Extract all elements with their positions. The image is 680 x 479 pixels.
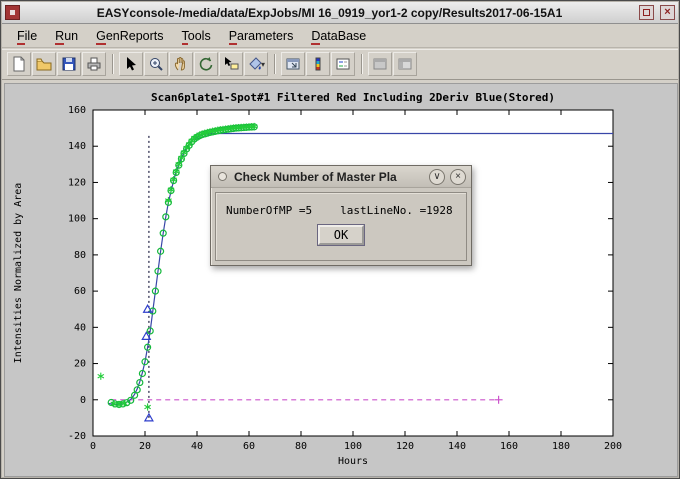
menu-file[interactable]: File (8, 26, 46, 45)
svg-text:Intensities Normalized by Area: Intensities Normalized by Area (13, 183, 24, 364)
toolbar-separator (112, 54, 114, 74)
window-titlebar[interactable]: EASYconsole-/media/data/ExpJobs/MI 16_09… (2, 2, 678, 24)
new-figure-button[interactable] (7, 52, 31, 76)
hand-icon (172, 55, 190, 73)
svg-text:60: 60 (74, 286, 86, 297)
colorbar-icon (309, 55, 327, 73)
svg-text:Hours: Hours (338, 456, 368, 467)
figure-toolbar: ▾ (2, 49, 678, 80)
dialog-title: Check Number of Master Pla (234, 170, 424, 184)
close-button[interactable]: × (660, 5, 675, 20)
svg-text:140: 140 (68, 141, 86, 152)
svg-text:Scan6plate1-Spot#1 Filtered Re: Scan6plate1-Spot#1 Filtered Red Includin… (151, 91, 555, 104)
save-figure-button[interactable] (57, 52, 81, 76)
menu-run[interactable]: Run (46, 26, 87, 45)
svg-text:80: 80 (74, 250, 86, 261)
pan-hand-button[interactable] (169, 52, 193, 76)
svg-text:100: 100 (344, 441, 362, 452)
svg-text:140: 140 (448, 441, 466, 452)
dialog-close-button[interactable]: × (450, 169, 466, 185)
svg-text:160: 160 (500, 441, 518, 452)
dialog-message: NumberOfMP =5 lastLineNo. =1928 (226, 204, 456, 217)
save-disk-icon (60, 55, 78, 73)
menu-tools[interactable]: Tools (173, 26, 220, 45)
window-title: EASYconsole-/media/data/ExpJobs/MI 16_09… (23, 6, 636, 20)
rotate-3d-button[interactable] (194, 52, 218, 76)
svg-text:180: 180 (552, 441, 570, 452)
iconify-button[interactable] (5, 5, 20, 20)
svg-text:0: 0 (90, 441, 96, 452)
brush-color-button[interactable]: ▾ (244, 52, 268, 76)
menu-parameters[interactable]: Parameters (220, 26, 303, 45)
figure-area: 0 20 40 60 80 100 120 140 160 180 200 -20 0 20 40 60 80 1… (4, 83, 678, 477)
cursor-arrow-icon (122, 55, 140, 73)
close-icon: × (664, 6, 670, 18)
dialog-body: NumberOfMP =5 lastLineNo. =1928 OK (215, 192, 467, 261)
plot-tools-hide-button[interactable] (368, 52, 392, 76)
printer-icon (85, 55, 103, 73)
dialog-collapse-button[interactable]: ∨ (429, 169, 445, 185)
datatip-icon (222, 55, 240, 73)
dialog-button-row: OK (226, 225, 456, 245)
ok-button[interactable]: OK (318, 225, 364, 245)
svg-text:0: 0 (80, 395, 86, 406)
print-figure-button[interactable] (82, 52, 106, 76)
plot-tools-hide-icon (371, 55, 389, 73)
open-file-button[interactable] (32, 52, 56, 76)
svg-text:40: 40 (191, 441, 203, 452)
plot-canvas[interactable]: 0 20 40 60 80 100 120 140 160 180 200 -20 0 20 40 60 80 1… (5, 84, 677, 476)
insert-legend-button[interactable] (331, 52, 355, 76)
insert-colorbar-button[interactable] (306, 52, 330, 76)
menu-database[interactable]: DataBase (302, 26, 375, 45)
edit-arrow-button[interactable] (119, 52, 143, 76)
dock-figure-button[interactable] (281, 52, 305, 76)
plot-tools-show-button[interactable] (393, 52, 417, 76)
svg-text:20: 20 (139, 441, 151, 452)
open-folder-icon (35, 55, 53, 73)
plot-tools-show-icon (396, 55, 414, 73)
close-icon: × (455, 171, 461, 182)
dialog-window-icon (218, 172, 227, 181)
svg-text:80: 80 (295, 441, 307, 452)
last-line-no-value: lastLineNo. =1928 (340, 204, 453, 217)
svg-text:20: 20 (74, 359, 86, 370)
iconify-icon (10, 10, 15, 15)
maximize-icon (643, 9, 650, 16)
menu-genreports[interactable]: GenReports (87, 26, 172, 45)
zoom-in-icon (147, 55, 165, 73)
menu-bar: File Run GenReports Tools Parameters Dat… (2, 24, 678, 48)
chevron-down-icon: ∨ (433, 171, 440, 182)
toolbar-separator (361, 54, 363, 74)
maximize-button[interactable] (639, 5, 654, 20)
number-of-mp-value: NumberOfMP =5 (226, 204, 312, 217)
toolbar-separator (274, 54, 276, 74)
svg-text:160: 160 (68, 105, 86, 116)
chevron-down-icon: ▾ (261, 60, 265, 69)
rotate-icon (197, 55, 215, 73)
svg-text:40: 40 (74, 322, 86, 333)
data-cursor-button[interactable] (219, 52, 243, 76)
svg-text:100: 100 (68, 214, 86, 225)
zoom-in-button[interactable] (144, 52, 168, 76)
svg-text:200: 200 (604, 441, 622, 452)
svg-text:120: 120 (396, 441, 414, 452)
new-figure-icon (10, 55, 28, 73)
svg-text:60: 60 (243, 441, 255, 452)
app-window: EASYconsole-/media/data/ExpJobs/MI 16_09… (0, 0, 680, 479)
dock-window-icon (284, 55, 302, 73)
check-master-plate-dialog: Check Number of Master Pla ∨ × NumberOfM… (210, 165, 472, 266)
dialog-titlebar[interactable]: Check Number of Master Pla ∨ × (211, 166, 471, 188)
svg-text:-20: -20 (68, 431, 86, 442)
legend-icon (334, 55, 352, 73)
svg-text:120: 120 (68, 177, 86, 188)
